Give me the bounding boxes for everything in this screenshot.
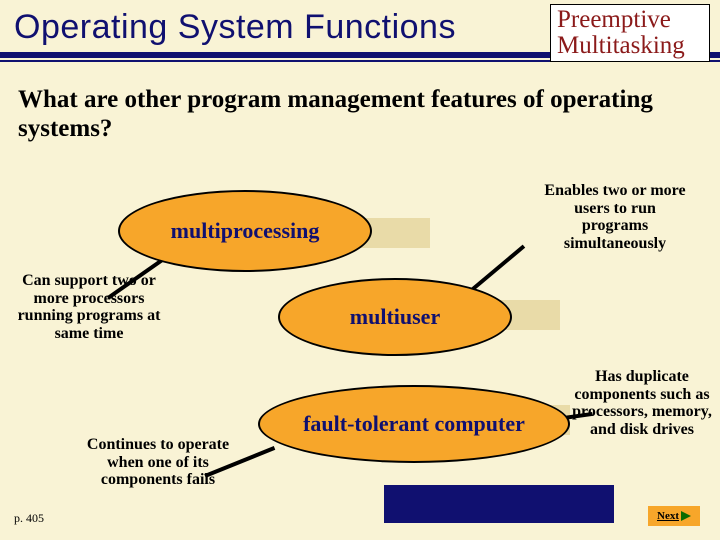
bubble-fault-tolerant: fault-tolerant computer <box>258 385 570 463</box>
bubble-multiuser: multiuser <box>278 278 512 356</box>
page-title: Operating System Functions <box>14 8 456 47</box>
callout-preemptive-multitasking: Preemptive Multitasking <box>550 4 710 62</box>
callout-line1: Preemptive <box>557 7 709 33</box>
slide-question: What are other program management featur… <box>18 86 678 144</box>
bubble-label: multiprocessing <box>171 218 320 244</box>
next-button[interactable]: Next <box>648 506 700 526</box>
next-label: Next <box>657 510 679 522</box>
bubble-label: fault-tolerant computer <box>303 411 525 437</box>
note-enables: Enables two or more users to run program… <box>540 182 690 252</box>
callout-line2: Multitasking <box>557 33 709 59</box>
bubble-label: multiuser <box>350 304 440 330</box>
navy-accent-box <box>384 485 614 523</box>
page-reference: p. 405 <box>14 511 44 526</box>
note-continues: Continues to operate when one of its com… <box>78 436 238 489</box>
note-can-support: Can support two or more processors runni… <box>14 272 164 342</box>
bubble-multiprocessing: multiprocessing <box>118 190 372 272</box>
note-duplicate: Has duplicate components such as process… <box>568 368 716 438</box>
arrow-right-icon <box>681 511 691 521</box>
